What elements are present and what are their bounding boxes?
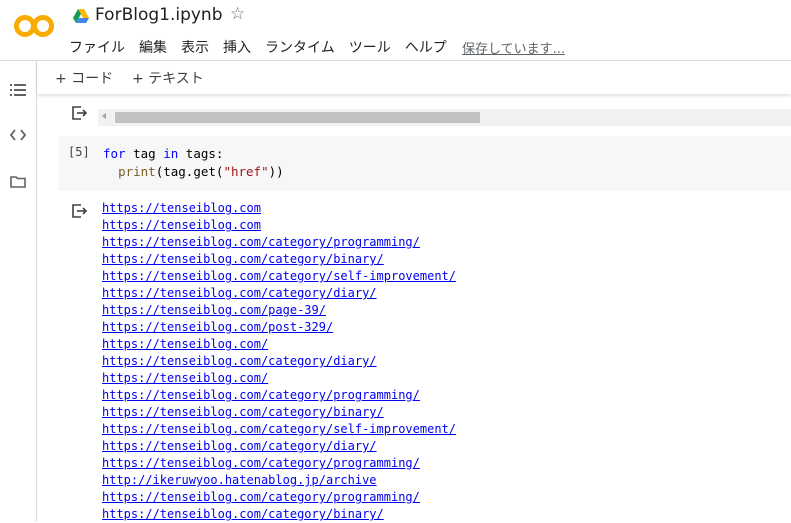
menu-runtime[interactable]: ランタイム [265,37,335,57]
code-text: (tag.get( [155,164,224,179]
output-link[interactable]: https://tenseiblog.com/category/programm… [102,489,456,506]
add-code-button[interactable]: + コード [55,68,113,88]
code-cell[interactable]: [5] for tag in tags: print(tag.get("href… [58,136,791,191]
execution-count: [5] [68,145,90,159]
keyword-for: for [103,146,126,161]
output-link[interactable]: https://tenseiblog.com/category/binary/ [102,404,456,421]
output-link[interactable]: https://tenseiblog.com/category/programm… [102,455,456,472]
output-link[interactable]: https://tenseiblog.com/category/binary/ [102,506,456,523]
output-link[interactable]: https://tenseiblog.com/category/programm… [102,234,456,251]
code-text: )) [268,164,284,179]
menu-insert[interactable]: 挿入 [223,37,251,57]
notebook-title[interactable]: ForBlog1.ipynb [95,5,223,25]
files-folder-icon[interactable] [8,171,28,191]
output-link[interactable]: https://tenseiblog.com/category/self-imp… [102,268,456,285]
menu-file[interactable]: ファイル [69,37,125,57]
output-link[interactable]: https://tenseiblog.com/category/binary/ [102,251,456,268]
horizontal-scrollbar[interactable] [98,109,791,126]
add-text-button[interactable]: + テキスト [132,68,204,88]
code-text: tags: [178,146,224,161]
left-sidebar [0,61,37,522]
colab-logo-icon [14,15,54,37]
save-status[interactable]: 保存しています... [462,38,565,57]
table-of-contents-icon[interactable] [8,80,28,100]
menu-bar: ファイル 編集 表示 挿入 ランタイム ツール ヘルプ [69,37,461,57]
cell-output: https://tenseiblog.com https://tenseiblo… [102,200,456,523]
scroll-left-arrow-icon[interactable] [102,113,106,119]
code-text: tag [125,146,164,161]
scroll-thumb[interactable] [115,112,480,123]
output-link[interactable]: https://tenseiblog.com [102,217,456,234]
notebook-toolbar: + コード + テキスト [37,61,791,94]
menu-tools[interactable]: ツール [349,37,391,57]
menu-view[interactable]: 表示 [181,37,209,57]
output-link[interactable]: https://tenseiblog.com/category/diary/ [102,353,456,370]
output-link[interactable]: https://tenseiblog.com/ [102,336,456,353]
output-link[interactable]: http://ikeruwyoo.hatenablog.jp/archive [102,472,456,489]
output-link[interactable]: https://tenseiblog.com/page-39/ [102,302,456,319]
function-print: print [118,164,156,179]
output-icon[interactable] [72,204,88,218]
code-editor[interactable]: for tag in tags: print(tag.get("href")) [103,145,284,181]
menu-help[interactable]: ヘルプ [405,37,447,57]
menu-edit[interactable]: 編集 [139,37,167,57]
output-icon[interactable] [72,106,88,120]
keyword-in: in [163,146,179,161]
output-link[interactable]: https://tenseiblog.com [102,200,456,217]
output-link[interactable]: https://tenseiblog.com/category/self-imp… [102,421,456,438]
string-literal: "href" [223,164,269,179]
star-icon[interactable]: ☆ [230,4,245,24]
output-link[interactable]: https://tenseiblog.com/category/diary/ [102,285,456,302]
code-snippets-icon[interactable] [8,125,28,145]
output-link[interactable]: https://tenseiblog.com/post-329/ [102,319,456,336]
code-line-2: print(tag.get("href")) [103,163,284,181]
output-link[interactable]: https://tenseiblog.com/category/diary/ [102,438,456,455]
output-link[interactable]: https://tenseiblog.com/ [102,370,456,387]
output-link[interactable]: https://tenseiblog.com/category/programm… [102,387,456,404]
code-line-1: for tag in tags: [103,145,284,163]
drive-icon[interactable] [73,9,89,23]
